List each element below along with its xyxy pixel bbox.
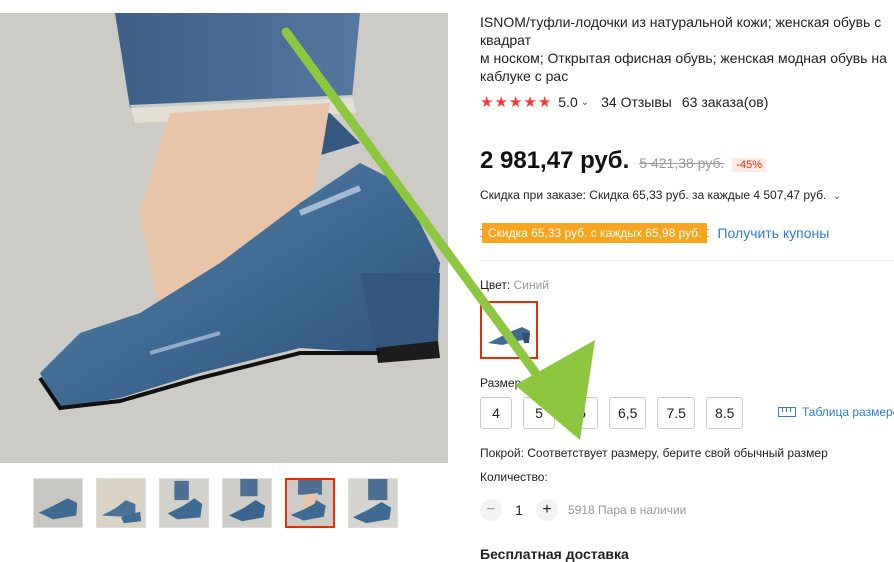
price-row: 2 981,47 руб. 5 421,38 руб. -45% xyxy=(480,147,767,175)
color-value: Синий xyxy=(513,278,549,292)
thumbnail-3[interactable] xyxy=(159,478,209,528)
size-option[interactable]: 5 xyxy=(523,397,555,429)
chevron-down-icon[interactable]: ⌄ xyxy=(581,97,589,108)
color-label: Цвет: Синий xyxy=(480,278,549,292)
divider xyxy=(480,260,894,261)
size-option[interactable]: 8.5 xyxy=(705,397,744,429)
size-option[interactable]: 7.5 xyxy=(657,397,695,429)
thumbnail-5[interactable] xyxy=(285,478,335,528)
product-main-image[interactable] xyxy=(0,13,448,463)
size-option[interactable]: 6 xyxy=(566,397,598,429)
fit-info: Покрой: Соответствует размеру, берите св… xyxy=(480,446,828,460)
order-discount-text: Скидка при заказе: Скидка 65,33 руб. за … xyxy=(480,188,827,202)
rating-row: ★★★★★ 5.0 ⌄ 34 Отзывы 63 заказа(ов) xyxy=(480,93,768,111)
star-icon: ★ xyxy=(537,94,553,111)
star-icon: ★ xyxy=(480,94,495,111)
size-option[interactable]: 4 xyxy=(480,397,512,429)
thumbnail-1[interactable] xyxy=(33,478,83,528)
reviews-link[interactable]: 34 Отзывы xyxy=(601,94,672,110)
coupon-tag[interactable]: Скидка 65,33 руб. с каждых 65,98 руб. xyxy=(480,223,710,243)
product-info: ISNOM/туфли-лодочки из натуральной кожи;… xyxy=(480,13,894,562)
color-swatch-blue[interactable] xyxy=(480,301,538,359)
size-chart-link[interactable]: Таблица размеров xyxy=(778,405,894,419)
quantity-value[interactable]: 1 xyxy=(502,502,536,518)
product-title: ISNOM/туфли-лодочки из натуральной кожи;… xyxy=(480,14,887,84)
thumbnail-strip xyxy=(33,478,398,528)
star-icon: ★ xyxy=(494,94,509,111)
order-discount-info[interactable]: Скидка при заказе: Скидка 65,33 руб. за … xyxy=(480,188,841,202)
chevron-down-icon[interactable]: ⌄ xyxy=(833,191,841,202)
size-options: 4 5 6 6,5 7.5 8.5 xyxy=(480,397,744,429)
coupon-row: Скидка 65,33 руб. с каждых 65,98 руб. По… xyxy=(480,223,829,243)
star-rating: ★★★★★ xyxy=(480,93,552,111)
quantity-label: Количество: xyxy=(480,470,548,484)
free-shipping: Бесплатная доставка xyxy=(480,546,629,562)
size-label: Размер: xyxy=(480,376,525,390)
size-chart-text: Таблица размеров xyxy=(802,405,894,419)
thumbnail-2[interactable] xyxy=(96,478,146,528)
plus-icon[interactable]: + xyxy=(536,499,558,521)
size-option[interactable]: 6,5 xyxy=(609,397,647,429)
old-price: 5 421,38 руб. xyxy=(639,155,725,171)
star-icon: ★ xyxy=(523,94,538,111)
thumbnail-6[interactable] xyxy=(348,478,398,528)
quantity-stepper: − 1 + 5918 Пара в наличии xyxy=(480,499,686,521)
current-price: 2 981,47 руб. xyxy=(480,147,630,174)
orders-count: 63 заказа(ов) xyxy=(681,94,769,110)
discount-badge: -45% xyxy=(732,158,767,172)
rating-value[interactable]: 5.0 xyxy=(558,94,577,110)
minus-icon[interactable]: − xyxy=(480,499,502,521)
stock-count: 5918 Пара в наличии xyxy=(568,503,687,517)
swatch-shoe-image xyxy=(482,303,536,357)
thumbnail-4[interactable] xyxy=(222,478,272,528)
ruler-icon xyxy=(778,407,796,417)
shoe-photo xyxy=(0,13,448,463)
color-label-text: Цвет: xyxy=(480,278,511,292)
star-icon: ★ xyxy=(508,94,524,111)
get-coupons-link[interactable]: Получить купоны xyxy=(717,225,829,241)
